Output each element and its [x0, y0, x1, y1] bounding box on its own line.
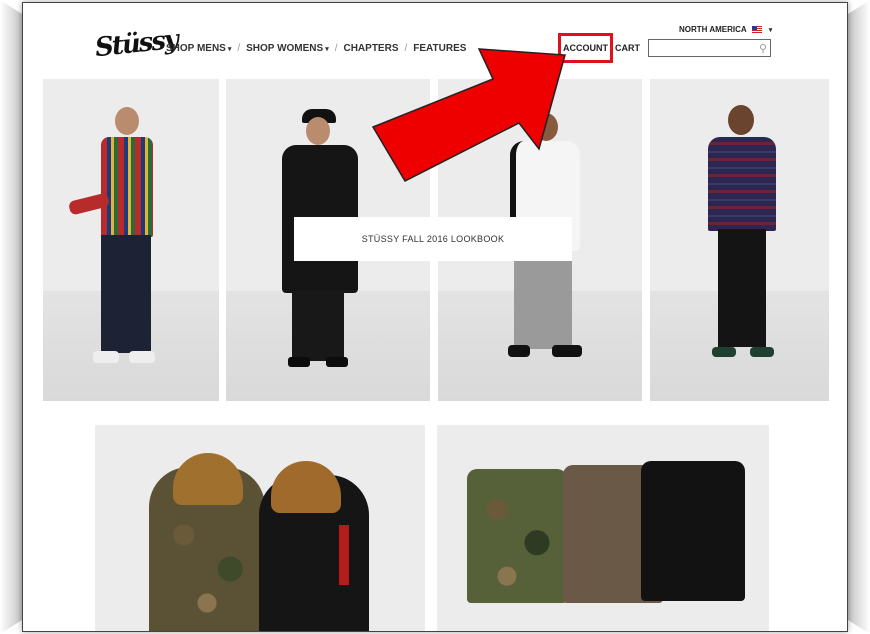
model-pants: [101, 235, 151, 353]
model-head: [306, 117, 330, 145]
model-plaid-jacket: [708, 137, 776, 231]
model-shoe: [326, 357, 348, 367]
search-input[interactable]: ⚲: [648, 39, 771, 57]
product-tile-field-jackets[interactable]: [437, 425, 769, 631]
model-shoe: [288, 357, 310, 367]
model-shoe: [750, 347, 774, 357]
product-tile-parkas[interactable]: [95, 425, 425, 631]
web-page: Stüssy SHOP MENS ▾ / SHOP WOMENS ▾ / CHAPT…: [22, 2, 848, 632]
model-shoe: [508, 345, 530, 357]
model-plaid-shirt: [101, 137, 153, 237]
lookbook-banner[interactable]: STÜSSY FALL 2016 LOOKBOOK: [294, 217, 572, 261]
model-head: [115, 107, 139, 135]
fur-hood: [173, 453, 243, 505]
model-head: [728, 105, 754, 135]
model-shoe: [129, 351, 155, 363]
model-pants: [718, 229, 766, 347]
model-grey-sweatpants: [514, 249, 572, 349]
lookbook-image-4[interactable]: [650, 79, 829, 401]
chevron-down-icon: ▾: [227, 46, 232, 53]
chevron-down-icon: ▾: [325, 46, 329, 53]
nav-shop-womens[interactable]: SHOP WOMENS ▾: [246, 43, 329, 54]
model-pants: [292, 291, 344, 361]
fur-hood: [271, 461, 341, 513]
region-label: NORTH AMERICA: [679, 25, 747, 34]
search-icon[interactable]: ⚲: [759, 42, 767, 55]
nav-separator: /: [237, 43, 241, 54]
camo-field-jacket-image: [467, 469, 567, 603]
black-field-jacket-image: [641, 461, 745, 601]
model-shoe: [712, 347, 736, 357]
region-selector[interactable]: NORTH AMERICA ▾: [679, 25, 772, 34]
model-shoe: [93, 351, 119, 363]
model-shoe: [552, 345, 582, 357]
nav-separator: /: [334, 43, 338, 54]
red-arrow-annotation: [371, 48, 566, 182]
us-flag-icon: [751, 26, 762, 33]
orange-lining: [339, 525, 349, 585]
lookbook-image-1[interactable]: [43, 79, 219, 401]
nav-shop-mens[interactable]: SHOP MENS ▾: [166, 43, 231, 54]
chevron-down-icon: ▾: [768, 26, 773, 34]
